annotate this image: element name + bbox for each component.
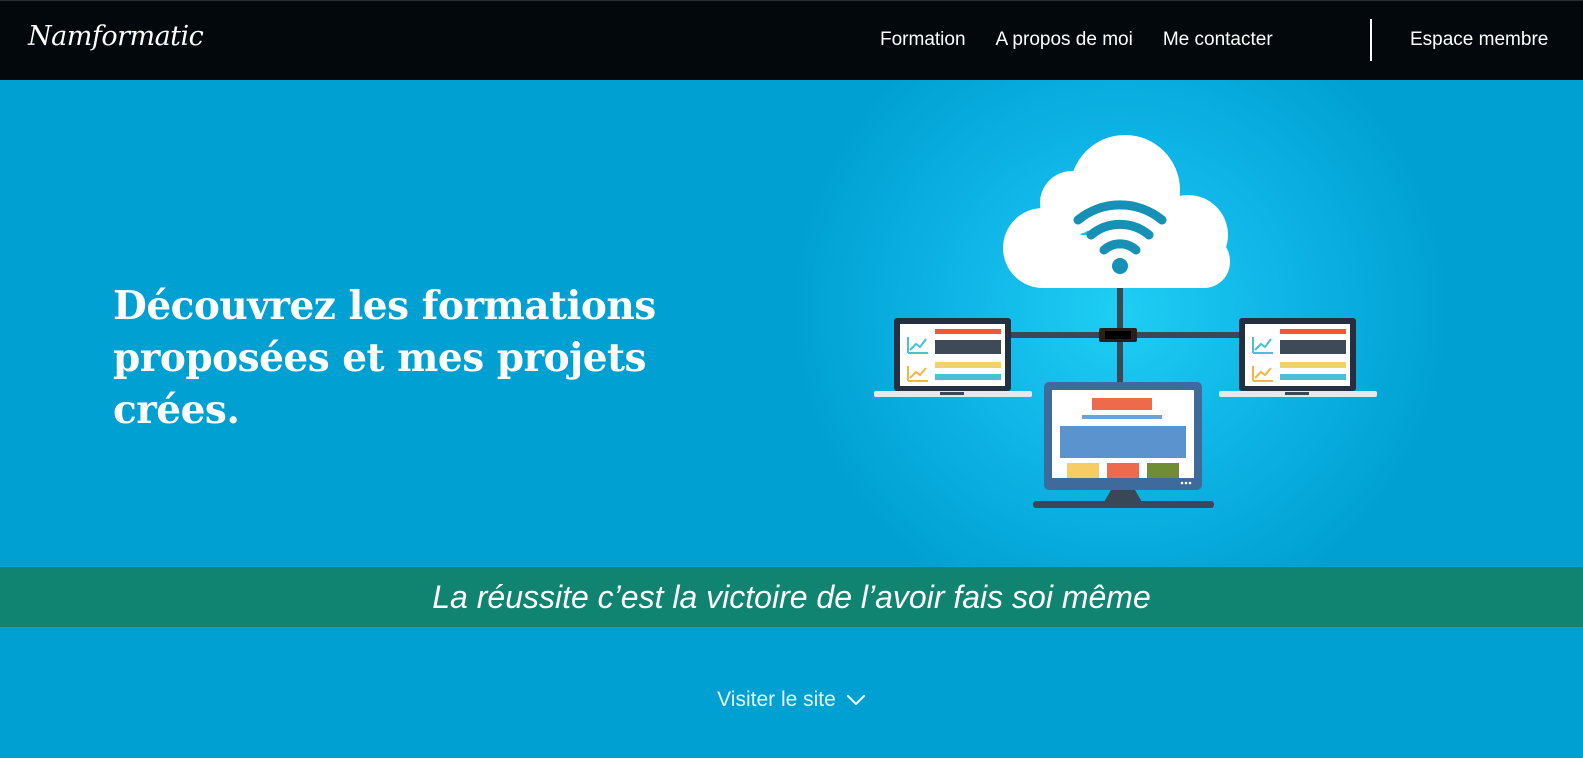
nav-link-a-propos[interactable]: A propos de moi [996,29,1133,51]
laptop-right-icon [1219,318,1377,397]
visit-site-link[interactable]: Visiter le site [717,688,866,712]
top-navbar: Namformatic Formation A propos de moi Me… [0,0,1583,80]
nav-link-contact[interactable]: Me contacter [1163,29,1273,51]
chevron-down-icon [846,694,865,706]
hero-title: Découvrez les formations proposées et me… [113,283,656,433]
nav-link-espace-membre[interactable]: Espace membre [1410,29,1548,51]
network-lines [1010,280,1240,392]
nav-divider [1370,19,1372,61]
quote-band: La réussite c’est la victoire de l’avoir… [0,567,1583,627]
laptop-left-icon [874,318,1032,397]
brand-logo[interactable]: Namformatic [28,21,204,52]
nav-link-formation[interactable]: Formation [880,29,966,51]
cloud-network-icon [874,135,1377,508]
quote-text: La réussite c’est la victoire de l’avoir… [432,578,1151,615]
hero-section: Découvrez les formations proposées et me… [0,80,1583,567]
main-nav: Formation A propos de moi Me contacter [880,29,1303,51]
monitor-icon [1033,382,1214,508]
visit-section: Visiter le site [0,688,1583,712]
visit-site-label: Visiter le site [717,688,836,711]
